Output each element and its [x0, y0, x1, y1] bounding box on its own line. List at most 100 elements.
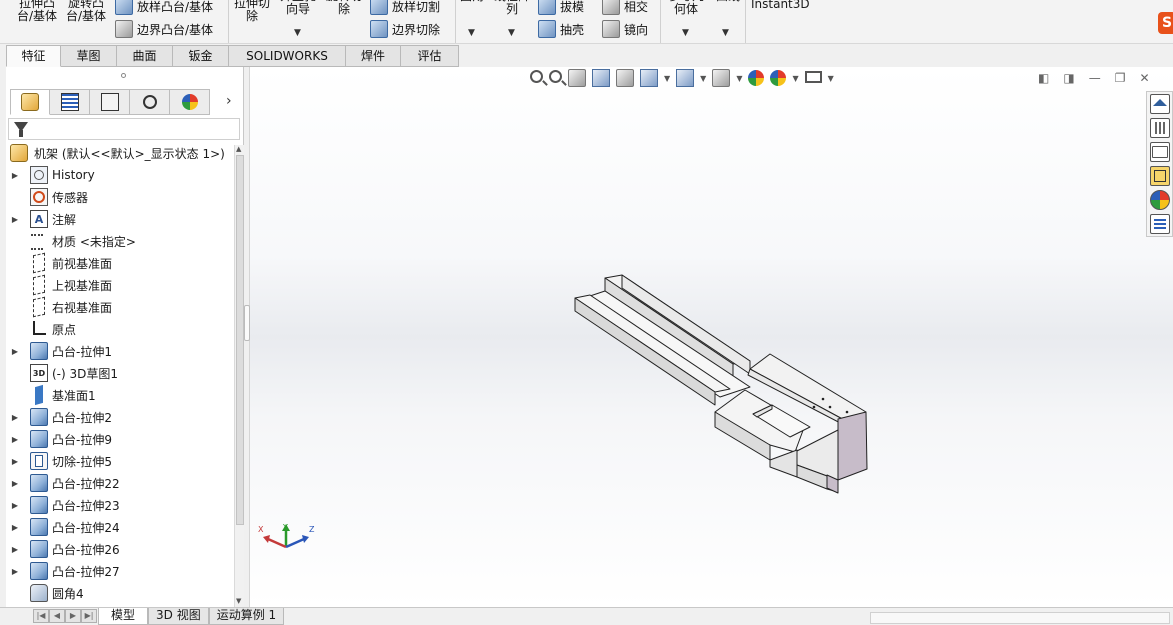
fillet-button[interactable]: 圆角 [458, 0, 486, 3]
tree-item[interactable]: ▶ A 注解 [10, 208, 76, 230]
tree-item[interactable]: ▶ 凸台-拉伸2 [10, 406, 112, 428]
tab-weldments[interactable]: 焊件(D) [346, 45, 401, 84]
ribbon-separator [660, 0, 661, 43]
extrude-cut-button[interactable]: 拉伸切 除 [230, 0, 274, 23]
hole-wizard-dropdown-icon[interactable]: ▼ [294, 28, 301, 38]
tree-item-label: 材质 <未指定> [52, 234, 136, 249]
tree-item[interactable]: 右视基准面 [10, 296, 112, 318]
horizontal-scrollbar[interactable] [870, 612, 1170, 624]
shell-button[interactable]: 抽壳 [538, 20, 584, 38]
extrude-boss-icon [30, 496, 48, 514]
tab-evaluate[interactable]: 评估 [401, 45, 459, 67]
model-block-end-face[interactable] [837, 411, 868, 481]
linear-pattern-dropdown-icon[interactable]: ▼ [508, 28, 515, 38]
triad-x-axis [267, 537, 287, 549]
feature-tree-scrollbar[interactable]: ▲ ▼ [234, 145, 244, 607]
tab-feature-manager[interactable] [10, 89, 50, 115]
model-lower-step-face[interactable] [769, 449, 798, 478]
tree-item[interactable]: 基准面1 [10, 384, 96, 406]
hole-wizard-label: 异型孔 向导 [280, 0, 316, 16]
tree-item[interactable]: ▶ 凸台-拉伸27 [10, 560, 120, 582]
tree-item[interactable]: ▶ 切除-拉伸5 [10, 450, 112, 472]
fillet-dropdown-icon[interactable]: ▼ [468, 28, 475, 38]
boundary-cut-icon [370, 20, 388, 38]
tree-item[interactable]: ▶ 凸台-拉伸22 [10, 472, 120, 494]
expand-arrow-icon[interactable]: ▶ [10, 347, 20, 356]
scroll-up-icon[interactable]: ▲ [236, 145, 241, 153]
extrude-cut-icon [30, 452, 48, 470]
tree-item[interactable]: 传感器 [10, 186, 88, 208]
last-tab-icon[interactable]: ▶| [81, 609, 97, 623]
tree-root-label: 机架 (默认<<默认>_显示状态 1>) [34, 146, 225, 161]
extrude-boss-icon [30, 408, 48, 426]
boundary-cut-button[interactable]: 边界切除 [370, 20, 440, 38]
instant3d-button[interactable]: Instant3D [751, 0, 810, 11]
linear-pattern-button[interactable]: 线性阵 列 [490, 0, 534, 16]
expand-arrow-icon[interactable]: ▶ [10, 501, 20, 510]
tab-display-manager[interactable] [170, 89, 210, 115]
revolve-cut-button[interactable]: 旋转切 除 [322, 0, 366, 16]
expand-arrow-icon[interactable]: ▶ [10, 567, 20, 576]
tree-item[interactable]: 原点 [10, 318, 76, 340]
hole-wizard-button[interactable]: 异型孔 向导 [276, 0, 320, 16]
expand-arrow-icon[interactable]: ▶ [10, 435, 20, 444]
boundary-boss-button[interactable]: 边界凸台/基体 [115, 20, 213, 38]
tree-item[interactable]: ▶ History [10, 164, 95, 186]
draft-button[interactable]: 拔模 [538, 0, 584, 15]
reference-geometry-dropdown-icon[interactable]: ▼ [682, 28, 689, 38]
intersect-button[interactable]: 相交 [602, 0, 648, 15]
feature-tree-filter[interactable] [8, 118, 240, 140]
graphics-area[interactable]: ▼ ▼ ▼ ▼ ▼ ◧ ◨ — ❐ ✕ X Y Z [250, 67, 1173, 607]
tree-item[interactable]: 3D (-) 3D草图1 [10, 362, 118, 384]
tree-item[interactable]: ▶ 凸台-拉伸1 [10, 340, 112, 362]
previous-tab-icon[interactable]: ◀ [49, 609, 65, 623]
chevron-right-icon[interactable]: › [226, 93, 232, 109]
tree-item[interactable]: ▶ 凸台-拉伸24 [10, 516, 120, 538]
tree-item[interactable]: 圆角4 [10, 582, 84, 604]
tab-dimxpert-manager[interactable] [130, 89, 170, 115]
tab-3d-views[interactable]: 3D 视图 [148, 608, 209, 625]
curves-button[interactable]: 曲线 [710, 0, 746, 3]
shell-label: 抽壳 [560, 22, 585, 37]
curves-dropdown-icon[interactable]: ▼ [722, 28, 729, 38]
scrollbar-thumb[interactable] [236, 155, 244, 525]
model-3d-view[interactable] [250, 67, 1173, 607]
first-tab-icon[interactable]: |◀ [33, 609, 49, 623]
tree-item[interactable]: 前视基准面 [10, 252, 112, 274]
tree-item[interactable]: ▶ 凸台-拉伸26 [10, 538, 120, 560]
expand-arrow-icon[interactable]: ▶ [10, 479, 20, 488]
display-manager-icon [181, 94, 198, 110]
tree-item[interactable]: ▶ 凸台-拉伸23 [10, 494, 120, 516]
reference-geometry-button[interactable]: 参考几 何体 [664, 0, 708, 16]
expand-arrow-icon[interactable]: ▶ [10, 545, 20, 554]
tab-surfaces[interactable]: 曲面 [117, 45, 173, 67]
tree-item[interactable]: ▶ 凸台-拉伸9 [10, 428, 112, 450]
tree-item[interactable]: 上视基准面 [10, 274, 112, 296]
tab-motion-study-1[interactable]: 运动算例 1 [208, 608, 285, 625]
tree-item-label: 凸台-拉伸26 [52, 542, 120, 557]
expand-arrow-icon[interactable]: ▶ [10, 171, 20, 180]
tree-root-part[interactable]: 机架 (默认<<默认>_显示状态 1>) [8, 143, 225, 163]
expand-arrow-icon[interactable]: ▶ [10, 413, 20, 422]
tab-mbd[interactable]: SOLIDWORKS MBD [229, 45, 346, 84]
loft-cut-button[interactable]: 放样切割 [370, 0, 440, 15]
tab-features[interactable]: 特征 [6, 45, 61, 67]
tab-sketch[interactable]: 草图 [61, 45, 117, 67]
next-tab-icon[interactable]: ▶ [65, 609, 81, 623]
tab-sheet-metal[interactable]: 钣金 [173, 45, 229, 67]
loft-boss-button[interactable]: 放样凸台/基体 [115, 0, 213, 15]
expand-arrow-icon[interactable]: ▶ [10, 457, 20, 466]
expand-arrow-icon[interactable]: ▶ [10, 523, 20, 532]
tree-item[interactable]: 材质 <未指定> [10, 230, 136, 252]
tree-item-label: 凸台-拉伸24 [52, 520, 120, 535]
tab-model[interactable]: 模型 [98, 608, 149, 625]
revolve-boss-button[interactable]: 旋转凸 台/基体 [63, 0, 109, 23]
mirror-button[interactable]: 镜向 [602, 20, 648, 38]
scroll-down-icon[interactable]: ▼ [236, 597, 241, 605]
tab-property-manager[interactable] [50, 89, 90, 115]
bottom-tabs: 模型 3D 视图 运动算例 1 [98, 608, 285, 625]
panel-grip[interactable] [121, 73, 126, 78]
extrude-boss-button[interactable]: 拉伸凸 台/基体 [14, 0, 60, 23]
tab-configuration-manager[interactable] [90, 89, 130, 115]
expand-arrow-icon[interactable]: ▶ [10, 215, 20, 224]
